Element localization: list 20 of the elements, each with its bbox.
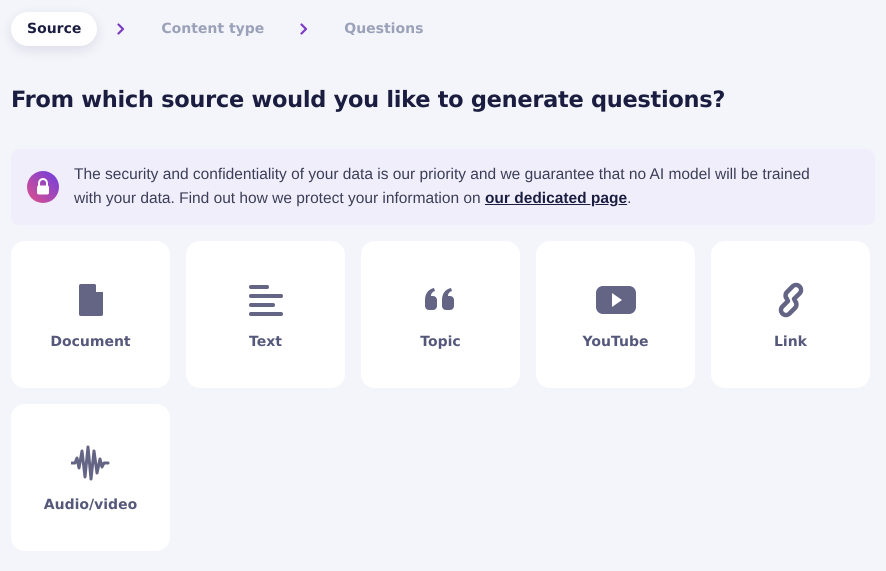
source-card[interactable]: Text — [186, 241, 345, 388]
chevron-icon — [117, 22, 126, 34]
source-label: Text — [249, 334, 282, 350]
source-card[interactable]: Document — [11, 241, 170, 388]
source-card[interactable]: Audio/video — [11, 404, 170, 551]
source-card[interactable]: Link — [711, 241, 870, 388]
source-label: Topic — [420, 334, 461, 350]
dedicated-page-link[interactable]: our dedicated page — [484, 190, 628, 207]
source-card[interactable]: Topic — [361, 241, 520, 388]
source-card[interactable]: YouTube — [536, 241, 695, 388]
source-label: Audio/video — [44, 496, 138, 512]
sound-wave-icon — [70, 442, 110, 482]
notice-text: The security and confidentiality of your data is our priority and we guarantee that no AI model will be trained with your data. Find out how we protect your information on our dedicated page. — [74, 165, 811, 209]
chevron-icon — [300, 22, 308, 34]
step-tab[interactable]: Source — [11, 12, 98, 46]
lock-icon — [27, 171, 59, 203]
source-label: Link — [774, 334, 807, 350]
source-label: YouTube — [582, 334, 648, 350]
source-label: Document — [50, 334, 131, 350]
page-heading: From which source would you like to generate questions? — [11, 87, 726, 113]
